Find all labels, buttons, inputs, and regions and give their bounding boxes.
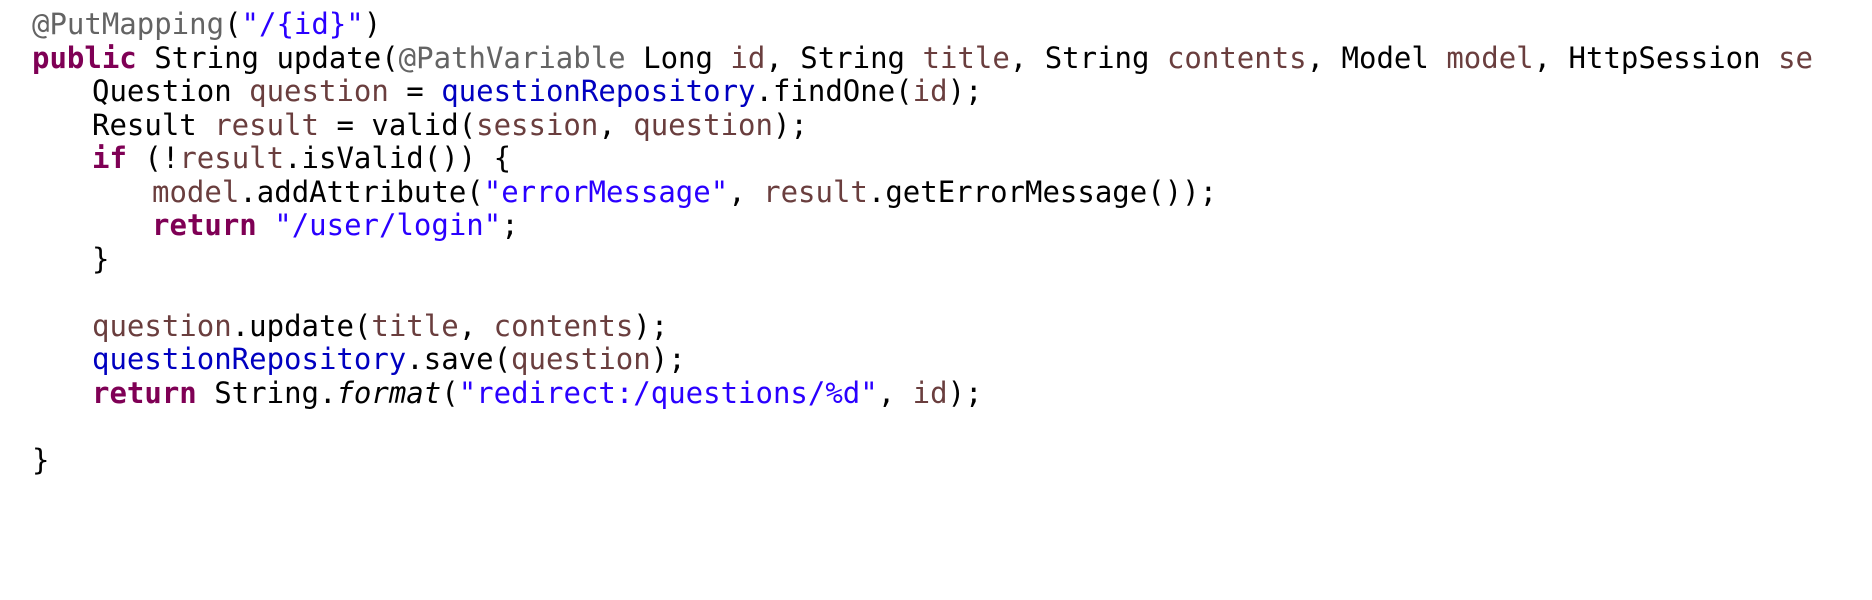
code-token: , [877, 375, 913, 410]
field-token: questionRepository [92, 342, 407, 376]
variable-token: question [511, 342, 651, 376]
annotation-token: @PutMapping [32, 7, 225, 41]
variable-token: id [730, 40, 766, 75]
code-token: = valid( [318, 107, 477, 142]
code-token: ); [633, 308, 669, 343]
variable-token: contents [493, 308, 634, 343]
code-token: = [388, 74, 442, 108]
code-token: .findOne( [755, 74, 913, 108]
code-token: ); [947, 375, 983, 410]
variable-token: contents [1166, 40, 1307, 75]
code-token: } [32, 442, 50, 477]
string-literal-token: "/user/login" [274, 208, 502, 242]
variable-token: session [476, 107, 599, 142]
code-token: (! [126, 141, 180, 175]
code-token: , String [765, 40, 923, 75]
string-literal-token: "redirect:/questions/%d" [458, 375, 878, 410]
variable-token: result [214, 107, 319, 142]
code-token: , [598, 107, 634, 142]
code-token: } [92, 241, 110, 276]
annotation-token: @PathVariable [398, 40, 626, 75]
code-token: ) [363, 7, 382, 41]
variable-token: title [922, 40, 1010, 75]
variable-token: id [912, 375, 948, 410]
code-token: .update( [231, 308, 372, 343]
code-token: ; [501, 208, 519, 242]
keyword-token: public [32, 40, 137, 75]
keyword-token: if [92, 141, 127, 175]
code-line[interactable]: } [92, 239, 109, 279]
code-token: Result [92, 107, 215, 142]
code-token: .getErrorMessage()); [867, 174, 1218, 209]
variable-token: title [371, 308, 459, 343]
string-literal-token: "errorMessage" [483, 174, 729, 209]
variable-token: model [1446, 40, 1534, 75]
code-token: , Model [1306, 40, 1447, 75]
code-token: String. [196, 375, 337, 410]
variable-token: se [1778, 40, 1813, 75]
keyword-token: return [152, 208, 257, 242]
keyword-token: return [92, 375, 197, 410]
code-token: Question [92, 74, 250, 108]
variable-token: question [633, 107, 773, 142]
code-token: ( [441, 375, 459, 410]
variable-token: model [152, 174, 240, 209]
code-line[interactable]: } [32, 440, 49, 480]
variable-token: question [92, 308, 232, 343]
variable-token: question [249, 74, 389, 108]
variable-token: result [179, 141, 285, 175]
string-literal-token: "/{id}" [241, 7, 364, 41]
code-token: .save( [406, 342, 512, 376]
code-token: ); [772, 107, 808, 142]
code-editor[interactable]: @PutMapping("/{id}") public String update… [0, 0, 1872, 600]
variable-token: result [763, 174, 868, 209]
field-token: questionRepository [441, 74, 756, 108]
variable-token: id [912, 74, 948, 108]
code-token: , String [1009, 40, 1167, 75]
code-token: , [728, 174, 764, 209]
code-line[interactable]: return String.format("redirect:/question… [92, 373, 982, 413]
code-token: , [458, 308, 494, 343]
code-token: ); [650, 342, 686, 376]
code-line[interactable]: return "/user/login"; [152, 205, 519, 245]
code-token: , HttpSession [1533, 40, 1779, 75]
code-token: .addAttribute( [239, 174, 484, 209]
code-token: Long [625, 40, 731, 75]
code-token: .isValid()) { [284, 141, 512, 175]
code-token: ); [947, 74, 983, 108]
static-method-token: format [336, 375, 442, 410]
code-token: ( [224, 7, 242, 41]
code-token: String update( [136, 40, 399, 75]
